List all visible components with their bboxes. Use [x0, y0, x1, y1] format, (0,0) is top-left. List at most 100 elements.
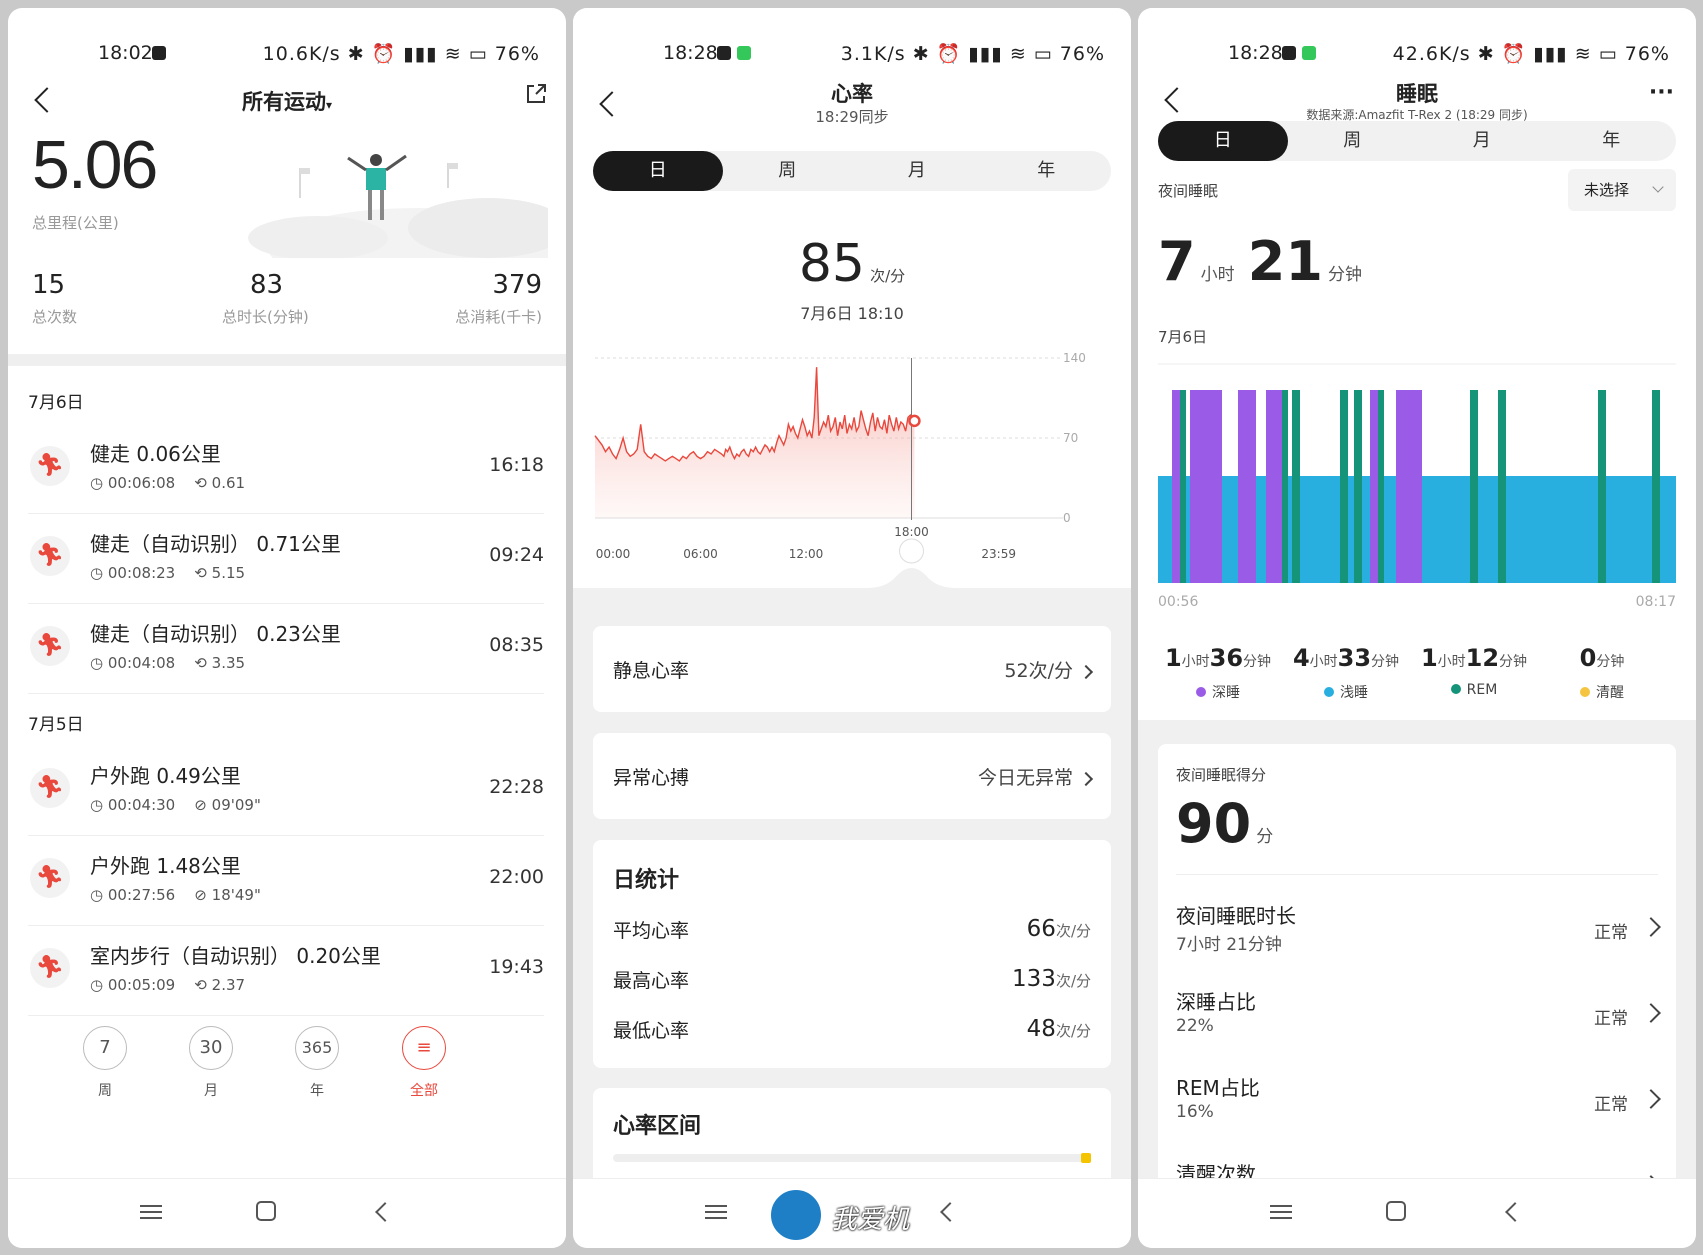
activity-metric: 5.15: [211, 564, 246, 582]
sleep-hours-unit: 小时: [1200, 265, 1235, 285]
deep-sleep-block: [1396, 390, 1422, 583]
deep-minutes-unit: 分钟: [1243, 654, 1272, 670]
filter-week-button[interactable]: 7: [83, 1026, 127, 1070]
rem-label: REM: [1466, 682, 1498, 698]
deep-label: 深睡: [1212, 685, 1240, 701]
more-icon[interactable]: ···: [1649, 80, 1674, 105]
metric-row-duration[interactable]: 夜间睡眠时长 7小时 21分钟 正常: [1176, 900, 1661, 980]
rem-hours: 1: [1420, 644, 1438, 672]
sleep-stage-chart[interactable]: [1158, 363, 1676, 588]
resting-hr-value: 52次/分: [1004, 660, 1073, 682]
divider: [8, 354, 566, 366]
filter-month-button[interactable]: 30: [189, 1026, 233, 1070]
status-indicators: 10.6K/s ✱ ⏰ ▮▮▮ ≋ ▭ 76%: [262, 43, 540, 65]
hiker-illustration: [248, 154, 548, 258]
notification-icon: [1282, 46, 1296, 60]
tab-week[interactable]: 周: [1288, 121, 1418, 161]
rem-block: [1282, 390, 1288, 583]
activity-item[interactable]: 🏃︎ 健走（自动识别） 0.23公里 ◷ 00:04:08 ⟲ 3.35 08:…: [28, 604, 544, 694]
system-nav-bar: [8, 1178, 566, 1248]
abnormal-hr-value: 今日无异常: [977, 767, 1073, 789]
back-nav-icon[interactable]: [370, 1201, 396, 1225]
rem-block: [1498, 390, 1506, 583]
watermark-text: 我爱机: [831, 1205, 910, 1235]
select-dropdown[interactable]: 未选择: [1568, 169, 1676, 211]
sleep-minutes: 21: [1247, 230, 1323, 293]
filter-month-label: 月: [204, 1083, 218, 1099]
sleep-minutes-unit: 分钟: [1328, 265, 1363, 285]
treadmill-icon: 🏃︎: [30, 948, 70, 988]
activity-item[interactable]: 🏃︎ 健走（自动识别） 0.71公里 ◷ 00:08:23 ⟲ 5.15 09:…: [28, 514, 544, 604]
menu-icon[interactable]: [138, 1201, 164, 1225]
app-icon: [737, 46, 751, 60]
activity-meta: ◷ 00:04:30 ⊘ 09'09": [90, 796, 261, 814]
resting-hr-card[interactable]: 静息心率 52次/分: [593, 626, 1111, 712]
sleep-duration: 7 小时 21 分钟: [1158, 230, 1362, 293]
stat-count-label: 总次数: [32, 308, 78, 326]
rem-block: [1378, 390, 1384, 583]
stat-avg-value: 66: [1026, 916, 1056, 942]
metric-sub: 7小时 21分钟: [1176, 935, 1282, 955]
sport-filter-dropdown[interactable]: 所有运动▾: [8, 86, 566, 116]
abnormal-hr-card[interactable]: 异常心搏 今日无异常: [593, 733, 1111, 819]
stat-duration: 83: [250, 270, 284, 300]
run-icon: 🏃︎: [30, 858, 70, 898]
stat-min-value: 48: [1026, 1016, 1056, 1042]
app-icon: [1302, 46, 1316, 60]
abnormal-hr-value-wrap: 今日无异常: [977, 763, 1094, 790]
heart-rate-chart[interactable]: 140 70 0 18:00 00:00 06:00 12:00 23:59: [573, 338, 1131, 608]
sync-status: 18:29同步: [815, 108, 889, 126]
share-icon[interactable]: [524, 82, 548, 106]
tab-week[interactable]: 周: [723, 151, 853, 191]
activity-meta: ◷ 00:27:56 ⊘ 18'49": [90, 886, 261, 904]
tab-month[interactable]: 月: [852, 151, 982, 191]
metric-row-rem[interactable]: REM占比 16% 正常: [1176, 1072, 1661, 1152]
x-tick-label: 06:00: [683, 547, 718, 561]
activity-item[interactable]: 🏃︎ 户外跑 0.49公里 ◷ 00:04:30 ⊘ 09'09" 22:28: [28, 746, 544, 836]
menu-icon[interactable]: [1268, 1201, 1294, 1225]
rem-block: [1340, 390, 1348, 583]
resting-hr-value-wrap: 52次/分: [1004, 656, 1094, 683]
deep-hours: 1: [1164, 644, 1182, 672]
back-nav-icon[interactable]: [935, 1201, 961, 1225]
activity-item[interactable]: 🏃︎ 室内步行（自动识别） 0.20公里 ◷ 00:05:09 ⟲ 2.37 1…: [28, 926, 544, 1016]
stat-min-label: 最低心率: [613, 1020, 690, 1042]
stat-calories-label: 总消耗(千卡): [455, 308, 542, 326]
deep-minutes: 36: [1209, 644, 1244, 672]
activity-time: 09:24: [489, 544, 544, 566]
activity-meta: ◷ 00:08:23 ⟲ 5.15: [90, 564, 246, 582]
rem-block: [1598, 390, 1606, 583]
workout-summary-screen: 18:02 10.6K/s ✱ ⏰ ▮▮▮ ≋ ▭ 76% 所有运动▾ 5.06…: [8, 8, 566, 1248]
activity-meta: ◷ 00:04:08 ⟲ 3.35: [90, 654, 246, 672]
metric-status: 正常: [1594, 1095, 1628, 1115]
filter-all-button[interactable]: ≡: [402, 1026, 446, 1070]
metric-row-deep[interactable]: 深睡占比 22% 正常: [1176, 986, 1661, 1066]
hr-readout: 85 次/分: [573, 234, 1131, 294]
filter-year-button[interactable]: 365: [295, 1026, 339, 1070]
home-icon[interactable]: [1386, 1201, 1406, 1221]
menu-icon[interactable]: [703, 1201, 729, 1225]
metric-title: 夜间睡眠时长: [1176, 904, 1296, 928]
home-icon[interactable]: [256, 1201, 276, 1221]
tab-day[interactable]: 日: [1158, 121, 1288, 161]
back-nav-icon[interactable]: [1500, 1201, 1526, 1225]
status-bar: 18:02 10.6K/s ✱ ⏰ ▮▮▮ ≋ ▭ 76%: [8, 42, 566, 68]
tab-year[interactable]: 年: [982, 151, 1112, 191]
activity-item[interactable]: 🏃︎ 户外跑 1.48公里 ◷ 00:27:56 ⊘ 18'49" 22:00: [28, 836, 544, 926]
chevron-right-icon: [1641, 1089, 1661, 1109]
resting-hr-label: 静息心率: [613, 660, 690, 682]
y-tick-label: 140: [1063, 351, 1086, 365]
tab-day[interactable]: 日: [593, 151, 723, 191]
activity-name: 健走（自动识别） 0.71公里: [90, 532, 341, 556]
filter-all-label: 全部: [410, 1083, 438, 1099]
rem-block: [1652, 390, 1660, 583]
x-tick-label: 12:00: [789, 547, 824, 561]
scrubber-handle[interactable]: [899, 538, 924, 564]
awake-label: 清醒: [1596, 685, 1624, 701]
stat-calories: 379: [492, 270, 542, 300]
tab-month[interactable]: 月: [1417, 121, 1547, 161]
date-header: 7月5日: [28, 715, 84, 735]
date-header: 7月6日: [28, 393, 84, 413]
tab-year[interactable]: 年: [1547, 121, 1677, 161]
activity-item[interactable]: 🏃︎ 健走 0.06公里 ◷ 00:06:08 ⟲ 0.61 16:18: [28, 424, 544, 514]
